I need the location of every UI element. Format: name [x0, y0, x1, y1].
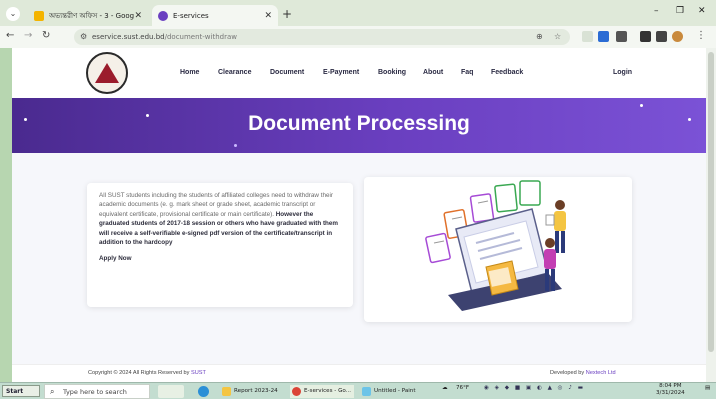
scrollbar-thumb[interactable] — [708, 52, 714, 352]
nav-booking[interactable]: Booking — [378, 69, 406, 76]
nextech-link[interactable]: Nextech Ltd — [586, 370, 616, 376]
nav-about[interactable]: About — [423, 69, 443, 76]
notification-icon[interactable]: ▤ — [705, 385, 710, 391]
developer-text: Developed by — [550, 370, 585, 376]
nav-home[interactable]: Home — [180, 69, 199, 76]
site-footer: Copyright © 2024 All Rights Reserved by … — [12, 364, 706, 382]
close-icon[interactable]: ✕ — [264, 11, 272, 21]
start-button[interactable]: Start — [2, 385, 40, 397]
chrome-icon — [292, 387, 301, 396]
zoom-icon[interactable]: ⊕ — [536, 29, 543, 45]
info-paragraph: All SUST students including the students… — [99, 191, 341, 247]
maximize-icon[interactable]: ❐ — [676, 6, 684, 16]
weather-widget-icon[interactable] — [158, 385, 184, 398]
edge-icon[interactable] — [198, 386, 209, 397]
minimize-icon[interactable]: – — [654, 6, 659, 16]
folder-icon — [222, 387, 231, 396]
sust-logo[interactable] — [86, 52, 128, 94]
download-icon[interactable] — [640, 31, 651, 42]
temperature-label[interactable]: 76°F — [456, 385, 469, 391]
weather-icon: ☁ — [442, 385, 448, 391]
side-panel-icon[interactable] — [656, 31, 667, 42]
tab-search-icon[interactable]: ⌄ — [6, 7, 20, 21]
url-host: eservice.sust.edu.bd — [92, 33, 165, 41]
nav-login[interactable]: Login — [613, 69, 632, 76]
start-label: Start — [6, 388, 24, 395]
copyright-text: Copyright © 2024 All Rights Reserved by — [88, 370, 190, 376]
sparkle-decoration — [234, 144, 237, 147]
taskbar-search[interactable]: ⌕ Type here to search — [44, 384, 150, 399]
footer-developer: Developed by Nextech Ltd — [550, 370, 616, 376]
profile-avatar-icon[interactable] — [672, 31, 683, 42]
extension-icon[interactable] — [582, 31, 593, 42]
taskbar-item-label: Report 2023-24 — [234, 388, 278, 394]
nav-feedback[interactable]: Feedback — [491, 69, 523, 76]
nav-clearance[interactable]: Clearance — [218, 69, 251, 76]
taskbar-item-report[interactable]: Report 2023-24 — [220, 385, 284, 398]
bookmark-star-icon[interactable]: ☆ — [554, 29, 561, 45]
document-illustration — [425, 180, 566, 311]
system-tray-icons[interactable]: ◉ ◈ ◆ ■ ▣ ◐ ▲ ◎ ♪ ▬ — [484, 385, 604, 391]
close-window-icon[interactable]: ✕ — [698, 6, 706, 16]
clock-date: 3/31/2024 — [656, 390, 685, 396]
drive-icon — [34, 10, 44, 21]
apply-now-link[interactable]: Apply Now — [99, 255, 341, 262]
site-navbar: Home Clearance Document E-Payment Bookin… — [12, 48, 706, 98]
info-card: All SUST students including the students… — [87, 183, 353, 307]
browser-chrome: ⌄ অভ্যন্তরীণ অফিস - 3 - Google ✕ E-servi… — [0, 0, 716, 48]
back-icon[interactable]: ← — [6, 30, 14, 41]
search-icon: ⌕ — [50, 387, 55, 396]
tab-bar: ⌄ অভ্যন্তরীণ অফিস - 3 - Google ✕ E-servi… — [0, 0, 716, 26]
clock-time: 8:04 PM — [659, 383, 682, 389]
close-icon[interactable]: ✕ — [134, 11, 142, 21]
taskbar-item-eservices[interactable]: E-services - Go... — [290, 385, 354, 398]
new-tab-icon[interactable]: + — [282, 7, 292, 21]
address-bar[interactable]: ⚙ eservice.sust.edu.bd/document-withdraw… — [74, 29, 570, 45]
extension-icon[interactable] — [598, 31, 609, 42]
menu-kebab-icon[interactable]: ⋮ — [696, 30, 706, 41]
paint-icon — [362, 387, 371, 396]
search-placeholder: Type here to search — [63, 388, 127, 396]
tab-office[interactable]: অভ্যন্তরীণ অফিস - 3 - Google ✕ — [28, 5, 148, 26]
illustration-card — [364, 177, 632, 322]
clock[interactable]: 8:04 PM 3/31/2024 — [656, 383, 685, 397]
nav-epayment[interactable]: E-Payment — [323, 69, 359, 76]
main-content: All SUST students including the students… — [12, 153, 706, 382]
forward-icon[interactable]: → — [24, 30, 32, 41]
nav-faq[interactable]: Faq — [461, 69, 473, 76]
taskbar-item-label: Untitled - Paint — [374, 388, 416, 394]
url-path: /document-withdraw — [164, 33, 237, 41]
tab-eservices[interactable]: E-services ✕ — [152, 5, 278, 26]
hero-banner: Document Processing — [12, 98, 706, 153]
extensions-puzzle-icon[interactable] — [616, 31, 627, 42]
site-info-icon[interactable]: ⚙ — [80, 29, 87, 45]
sparkle-decoration — [640, 104, 643, 107]
taskbar: Start ⌕ Type here to search Report 2023-… — [0, 382, 716, 399]
taskbar-item-paint[interactable]: Untitled - Paint — [360, 385, 424, 398]
footer-copyright: Copyright © 2024 All Rights Reserved by … — [88, 370, 206, 376]
taskbar-item-label: E-services - Go... — [304, 388, 352, 394]
page-title: Document Processing — [248, 112, 470, 135]
logo-emblem-icon — [95, 63, 119, 83]
sust-link[interactable]: SUST — [191, 370, 206, 376]
tab-label: অভ্যন্তরীণ অফিস - 3 - Google — [49, 11, 135, 20]
toolbar: ← → ↻ ⚙ eservice.sust.edu.bd/document-wi… — [0, 26, 716, 48]
nav-document[interactable]: Document — [270, 69, 304, 76]
reload-icon[interactable]: ↻ — [42, 30, 50, 41]
page-viewport: Home Clearance Document E-Payment Bookin… — [12, 48, 706, 382]
site-favicon-icon — [158, 10, 168, 21]
tab-label: E-services — [173, 11, 209, 20]
page-scrollbar[interactable] — [706, 48, 716, 382]
